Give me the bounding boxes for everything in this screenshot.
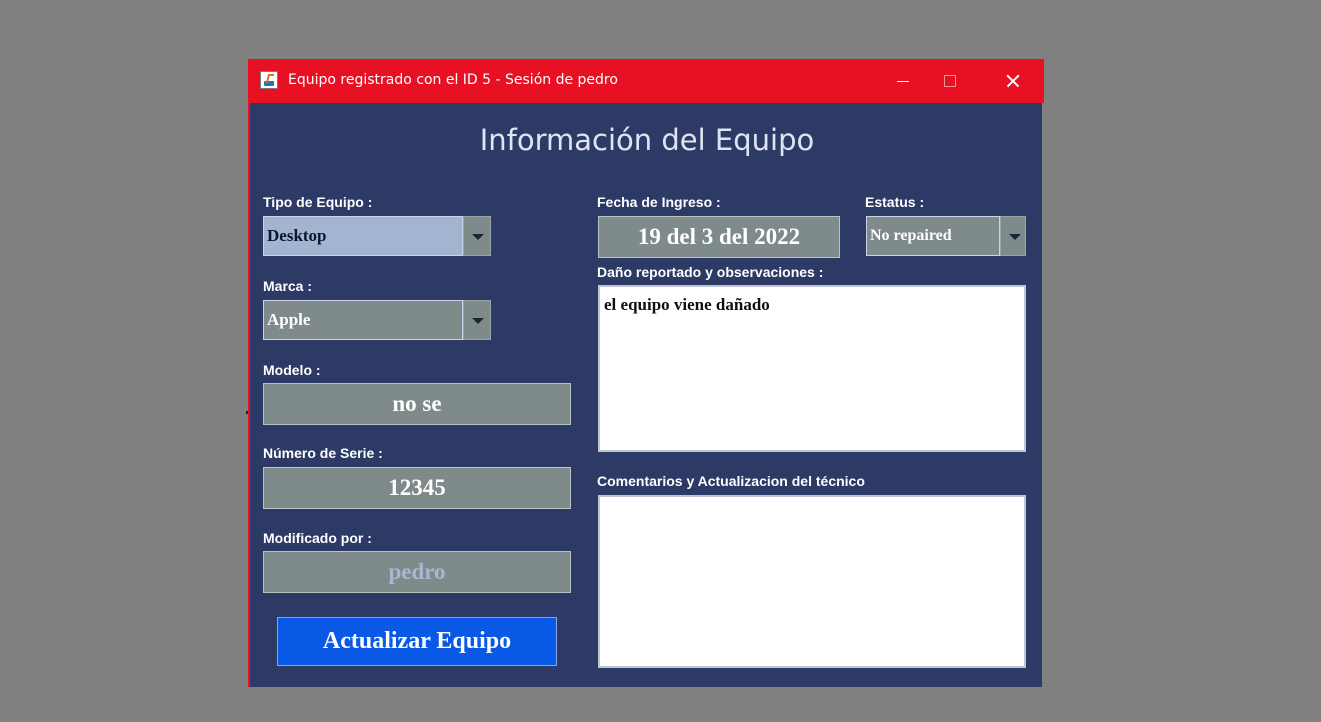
chevron-down-icon[interactable] bbox=[1000, 216, 1026, 256]
modificado-por-label: Modificado por : bbox=[263, 530, 372, 546]
equipment-window: Equipo registrado con el ID 5 - Sesión d… bbox=[248, 59, 1044, 687]
chevron-down-icon[interactable] bbox=[463, 300, 491, 340]
title-bar[interactable]: Equipo registrado con el ID 5 - Sesión d… bbox=[248, 59, 1044, 103]
estatus-label: Estatus : bbox=[865, 194, 925, 210]
modelo-field[interactable]: no se bbox=[263, 383, 571, 425]
window-title: Equipo registrado con el ID 5 - Sesión d… bbox=[288, 72, 618, 88]
comentarios-textarea[interactable] bbox=[598, 495, 1026, 668]
tipo-equipo-select[interactable]: Desktop bbox=[263, 216, 491, 256]
modificado-por-field: pedro bbox=[263, 551, 571, 593]
actualizar-equipo-button[interactable]: Actualizar Equipo bbox=[277, 617, 557, 666]
page-title: Información del Equipo bbox=[479, 123, 815, 157]
chevron-down-icon[interactable] bbox=[463, 216, 491, 256]
numero-serie-label: Número de Serie : bbox=[263, 445, 383, 461]
fecha-ingreso-field: 19 del 3 del 2022 bbox=[598, 216, 840, 258]
marca-select[interactable]: Apple bbox=[263, 300, 491, 340]
tipo-equipo-value[interactable]: Desktop bbox=[263, 216, 463, 256]
comentarios-label: Comentarios y Actualizacion del técnico bbox=[597, 473, 865, 489]
estatus-select[interactable]: No repaired bbox=[866, 216, 1026, 256]
fecha-ingreso-label: Fecha de Ingreso : bbox=[597, 194, 721, 210]
danio-textarea[interactable]: el equipo viene dañado bbox=[598, 285, 1026, 452]
edge-mark bbox=[246, 411, 248, 414]
estatus-value[interactable]: No repaired bbox=[866, 216, 1000, 256]
java-cup-icon bbox=[260, 71, 278, 89]
tipo-equipo-label: Tipo de Equipo : bbox=[263, 194, 373, 210]
close-icon[interactable] bbox=[990, 59, 1036, 103]
maximize-icon[interactable] bbox=[926, 59, 972, 103]
marca-label: Marca : bbox=[263, 278, 313, 294]
marca-value[interactable]: Apple bbox=[263, 300, 463, 340]
modelo-label: Modelo : bbox=[263, 362, 321, 378]
minimize-icon[interactable] bbox=[880, 59, 926, 103]
danio-label: Daño reportado y observaciones : bbox=[597, 264, 824, 280]
numero-serie-field[interactable]: 12345 bbox=[263, 467, 571, 509]
